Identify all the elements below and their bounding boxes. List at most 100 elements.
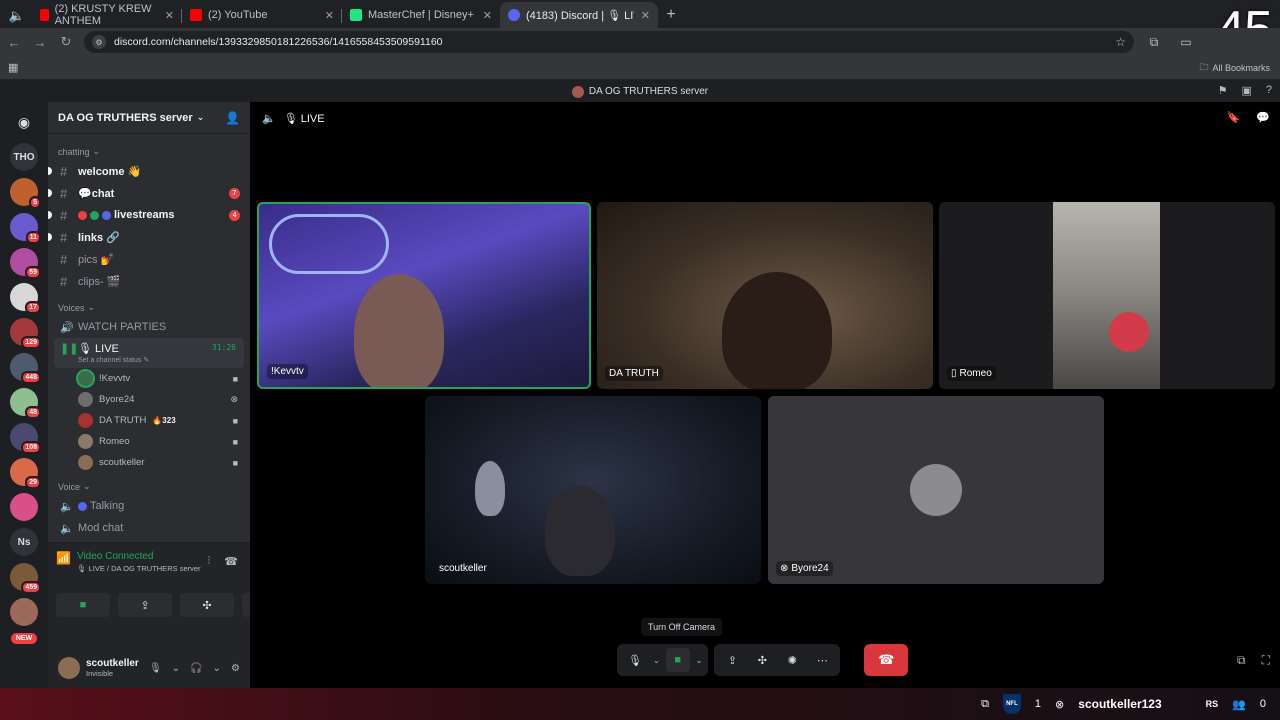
voice-member[interactable]: !Kevvtv ■ <box>78 368 244 389</box>
activities-button[interactable]: ✣ <box>180 593 234 617</box>
tab-close-icon[interactable]: ✕ <box>165 9 174 22</box>
category-voice[interactable]: Voice ⌄ <box>58 481 250 492</box>
flag-icon[interactable]: ⚑ <box>1218 84 1228 97</box>
xbox-icon[interactable]: ⊗ <box>1055 698 1064 711</box>
popout-icon[interactable]: ⧉ <box>1237 653 1246 668</box>
apps-grid-icon[interactable]: ▦ <box>8 61 18 74</box>
forward-icon[interactable]: → <box>28 30 52 54</box>
fullscreen-icon[interactable]: ⛶ <box>1262 653 1270 668</box>
server-icon[interactable]: 59 <box>10 248 41 279</box>
video-tile-romeo[interactable]: ▯ Romeo <box>939 202 1275 389</box>
chevron-down-icon[interactable]: ⌄ <box>172 663 180 674</box>
voice-channel[interactable]: 🔈 Talking <box>54 495 244 517</box>
channel-status-prompt[interactable]: Set a channel status ✎ <box>78 356 149 364</box>
camera-button[interactable]: ■ <box>665 648 690 672</box>
voice-member[interactable]: scoutkeller ■ <box>78 452 244 473</box>
volume-icon[interactable]: 🔈 <box>262 112 276 125</box>
all-bookmarks-link[interactable]: 🗀 All Bookmarks <box>1199 60 1270 76</box>
text-channel[interactable]: # pics 💅 <box>54 248 244 270</box>
server-icon[interactable]: Ns <box>10 528 38 556</box>
server-icon[interactable]: 459 <box>10 563 41 594</box>
server-icon[interactable]: 129 <box>10 318 41 349</box>
pin-icon[interactable]: 🔖 <box>1227 111 1241 124</box>
server-icon[interactable]: 5 <box>10 178 41 209</box>
text-channel[interactable]: # links 🔗 <box>48 226 244 248</box>
voice-channel-live[interactable]: ❚❚ 🎙 LIVE Set a channel status ✎ 31:26 <box>54 338 244 368</box>
voice-member[interactable]: Byore24 ⊗ <box>78 389 244 410</box>
server-icon[interactable]: 48 <box>10 388 41 419</box>
server-icon[interactable] <box>10 493 38 521</box>
text-channel[interactable]: # welcome 👋 <box>48 160 244 182</box>
reload-icon[interactable]: ↻ <box>54 30 78 54</box>
rs-label: RS <box>1205 699 1219 709</box>
help-icon[interactable]: ? <box>1266 84 1272 97</box>
voice-member[interactable]: DA TRUTH 🔥323 ■ <box>78 410 244 431</box>
server-icon[interactable]: 11 <box>10 213 41 244</box>
server-icon[interactable] <box>10 598 38 626</box>
chevron-down-icon[interactable]: ⌄ <box>696 656 703 665</box>
noise-suppression-icon[interactable]: ⫶ <box>208 555 211 568</box>
connection-location[interactable]: 🎙 LIVE / DA OG TRUTHERS server <box>77 564 201 573</box>
video-tile-kevvtv[interactable]: !Kevvtv <box>257 202 591 389</box>
connection-status[interactable]: Video Connected <box>77 551 201 562</box>
inbox-icon[interactable]: ▣ <box>1241 84 1251 97</box>
category-chatting[interactable]: chatting ⌄ <box>58 146 250 157</box>
chevron-down-icon[interactable]: ⌄ <box>213 663 221 674</box>
browser-tab-disney[interactable]: MasterChef | Disney+ ✕ <box>342 2 500 28</box>
site-info-icon[interactable]: ⚙ <box>92 35 106 49</box>
share-screen-button[interactable]: ⇪ <box>720 648 744 672</box>
video-tile-da-truth[interactable]: DA TRUTH <box>597 202 933 389</box>
user-avatar[interactable] <box>58 657 80 679</box>
microphone-button[interactable]: 🎙 <box>623 648 647 672</box>
tab-close-icon[interactable]: ✕ <box>641 9 650 22</box>
friends-icon[interactable]: 👥 <box>1232 698 1246 711</box>
category-voices[interactable]: Voices ⌄ <box>58 302 250 313</box>
video-tile-byore24[interactable]: ⊗ Byore24 <box>768 396 1104 584</box>
video-tile-scoutkeller[interactable]: scoutkeller <box>425 396 761 584</box>
server-header[interactable]: DA OG TRUTHERS server ⌄ 👤 <box>48 102 250 134</box>
tab-close-icon[interactable]: ✕ <box>325 9 334 22</box>
voice-channel[interactable]: 🔈 Mod chat <box>54 517 244 539</box>
server-icon[interactable]: 29 <box>10 458 41 489</box>
address-bar[interactable]: ⚙ discord.com/channels/13933298501812265… <box>84 31 1134 53</box>
leave-call-button[interactable]: ☎ <box>864 644 909 676</box>
microphone-icon[interactable]: 🎙 <box>149 663 162 674</box>
disconnect-icon[interactable]: ☎ <box>224 555 238 568</box>
text-channel[interactable]: # clips- 🎬 <box>54 270 244 292</box>
invite-people-icon[interactable]: 👤 <box>225 111 240 125</box>
discord-home-icon[interactable]: ◉ <box>10 108 38 136</box>
bookmark-star-icon[interactable]: ☆ <box>1115 35 1126 49</box>
soundboard-button[interactable]: ✺ <box>780 648 804 672</box>
browser-tab-youtube[interactable]: (2) YouTube ✕ <box>182 2 342 28</box>
settings-gear-icon[interactable]: ⚙ <box>231 663 240 674</box>
server-icon[interactable]: THO <box>10 143 38 171</box>
headphones-icon[interactable]: 🎧 <box>190 663 202 674</box>
text-channel[interactable]: # 💬chat 7 <box>48 182 244 204</box>
new-badge[interactable]: NEW <box>10 633 38 644</box>
extensions-icon[interactable]: ⧉ <box>1142 30 1166 54</box>
chevron-down-icon[interactable]: ⌄ <box>653 656 660 665</box>
chat-bubble-icon[interactable]: 💬 <box>1256 111 1270 124</box>
browser-tab-krusty[interactable]: (2) KRUSTY KREW ANTHEM ✕ <box>32 2 182 28</box>
more-options-button[interactable]: ⋯ <box>810 648 834 672</box>
tab-close-icon[interactable]: ✕ <box>483 9 492 22</box>
text-channel[interactable]: # livestreams 4 <box>48 204 244 226</box>
tab-audio-icon[interactable]: 🔈 <box>2 4 32 28</box>
server-icon[interactable]: 108 <box>10 423 41 454</box>
voice-channel-watch-parties[interactable]: 🔊 WATCH PARTIES <box>54 316 244 338</box>
hash-icon: # <box>60 185 68 201</box>
back-icon[interactable]: ← <box>2 30 26 54</box>
server-icon[interactable]: 448 <box>10 353 41 384</box>
hash-icon: # <box>60 251 68 267</box>
camera-toggle-button[interactable]: ■ <box>56 593 110 617</box>
cast-icon[interactable]: ▭ <box>1174 30 1198 54</box>
screen-share-icon: ⇪ <box>140 599 150 612</box>
activities-button[interactable]: ✣ <box>750 648 774 672</box>
window-switch-icon[interactable]: ⧉ <box>981 698 989 711</box>
new-tab-button[interactable]: + <box>658 2 684 28</box>
voice-member[interactable]: Romeo ■ <box>78 431 244 452</box>
share-screen-button[interactable]: ⇪ <box>118 593 172 617</box>
browser-tab-discord[interactable]: (4183) Discord | 🎙 LIVE | D ✕ <box>500 2 658 28</box>
server-icon[interactable]: 17 <box>10 283 41 314</box>
signal-icon[interactable]: 📶 <box>56 551 71 573</box>
